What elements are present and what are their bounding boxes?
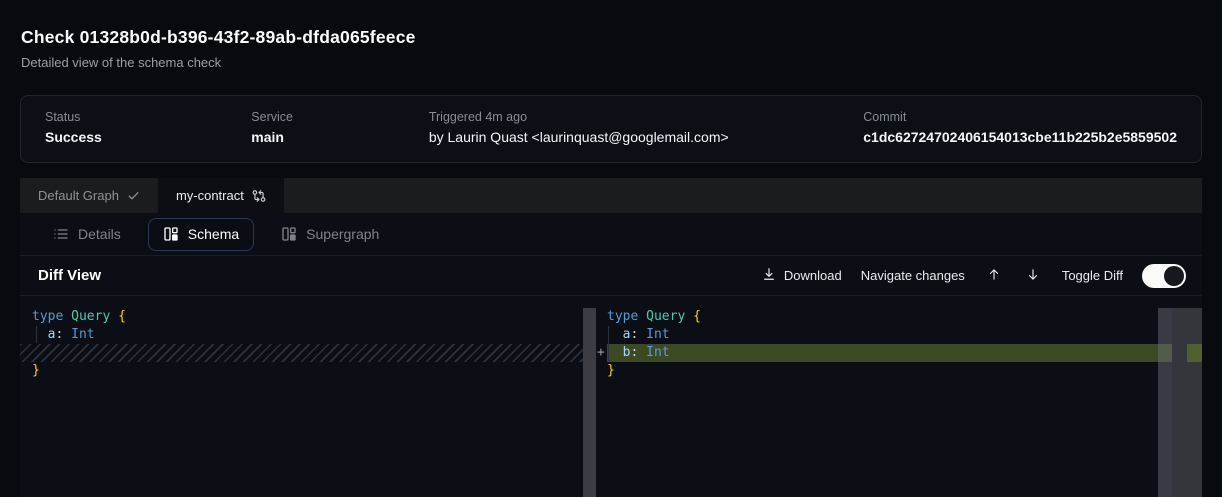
toggle-diff-switch[interactable] [1142,264,1186,288]
diff-line-gutter [596,326,607,344]
summary-service: Service main [251,110,429,145]
view-tab-bar: Details Schema Supergraph [20,213,1202,256]
diff-line-placeholder [20,344,583,362]
schema-check-detail-page: Check 01328b0d-b396-43f2-89ab-dfda065fee… [0,0,1222,497]
right-pane-scroll-region [1158,308,1202,497]
diff-line: type Query { [20,308,583,326]
download-icon [762,267,776,284]
tab-default-graph[interactable]: Default Graph [20,178,158,213]
diff-toolbar: Diff View Download Navigate changes [20,256,1202,296]
diff-line-added: + b: Int [596,344,1172,362]
diff-line: type Query { [596,308,1172,326]
page-title: Check 01328b0d-b396-43f2-89ab-dfda065fee… [21,26,1201,48]
tab-my-contract[interactable]: my-contract [158,178,284,213]
service-value: main [251,129,429,145]
diff-line-content: type Query { [20,308,583,326]
diff-line-content: a: Int [20,326,583,344]
diff-controls: Download Navigate changes Toggle Diff [762,264,1186,288]
check-summary-card: Status Success Service main Triggered 4m… [20,95,1202,163]
diff-line-content: } [20,362,583,380]
page-subtitle: Detailed view of the schema check [21,55,1201,71]
panel-layout-icon [281,226,297,242]
service-label: Service [251,110,429,124]
diff-pane-after: type Query { a: Int+ b: Int} [596,308,1172,380]
git-compare-icon [252,189,266,203]
arrow-up-icon [987,267,1001,285]
summary-commit: Commit c1dc62724702406154013cbe11b225b2e… [863,110,1177,145]
tab-schema[interactable]: Schema [148,218,254,251]
next-change-button[interactable] [1023,267,1043,285]
navigate-changes-label: Navigate changes [861,268,965,283]
status-label: Status [45,110,251,124]
summary-status: Status Success [45,110,251,145]
diff-line-content: } [607,362,1172,380]
tab-details[interactable]: Details [38,218,136,251]
check-content-panel: Default Graph my-contract Details [20,178,1202,497]
diff-line-content [20,344,583,362]
download-button[interactable]: Download [762,267,842,284]
toggle-thumb [1164,266,1184,286]
diff-line-content: b: Int [607,344,1172,362]
diff-line: a: Int [596,326,1172,344]
panel-layout-icon [163,226,179,242]
commit-label: Commit [863,110,1177,124]
graph-tab-strip: Default Graph my-contract [20,178,1202,213]
schema-diff-editor: type Query { a: Int} type Query { a: Int… [20,296,1202,497]
diff-view-title: Diff View [38,267,101,284]
left-pane-scrollbar[interactable] [583,308,596,497]
commit-value: c1dc62724702406154013cbe11b225b2e5859502 [863,129,1177,145]
toggle-diff-label: Toggle Diff [1062,268,1123,283]
list-icon [53,226,69,242]
diff-line-gutter: + [596,344,607,362]
download-label: Download [784,268,842,283]
check-icon [127,189,140,202]
diff-line-content: type Query { [607,308,1172,326]
indent-guide [36,326,37,343]
right-pane-scrollbar[interactable] [1158,308,1172,497]
diff-line-gutter [596,362,607,380]
diff-line-gutter [596,308,607,326]
indent-guide [608,326,609,361]
tab-default-graph-label: Default Graph [38,188,119,203]
tab-details-label: Details [78,226,121,242]
tab-my-contract-label: my-contract [176,188,244,203]
page-header: Check 01328b0d-b396-43f2-89ab-dfda065fee… [0,0,1222,71]
diff-line: a: Int [20,326,583,344]
triggered-value: by Laurin Quast <laurinquast@googlemail.… [429,129,863,145]
tab-supergraph-label: Supergraph [306,226,379,242]
diff-line: } [20,362,583,380]
triggered-label: Triggered 4m ago [429,110,863,124]
previous-change-button[interactable] [984,267,1004,285]
diff-pane-before: type Query { a: Int} [20,308,583,380]
summary-triggered: Triggered 4m ago by Laurin Quast <laurin… [429,110,863,145]
arrow-down-icon [1026,267,1040,285]
added-line-ruler-marker [1187,344,1202,362]
diff-line: } [596,362,1172,380]
diff-overview-ruler [1172,308,1202,497]
status-value: Success [45,129,251,145]
tab-schema-label: Schema [188,226,239,242]
diff-line-content: a: Int [607,326,1172,344]
tab-supergraph[interactable]: Supergraph [266,218,394,251]
